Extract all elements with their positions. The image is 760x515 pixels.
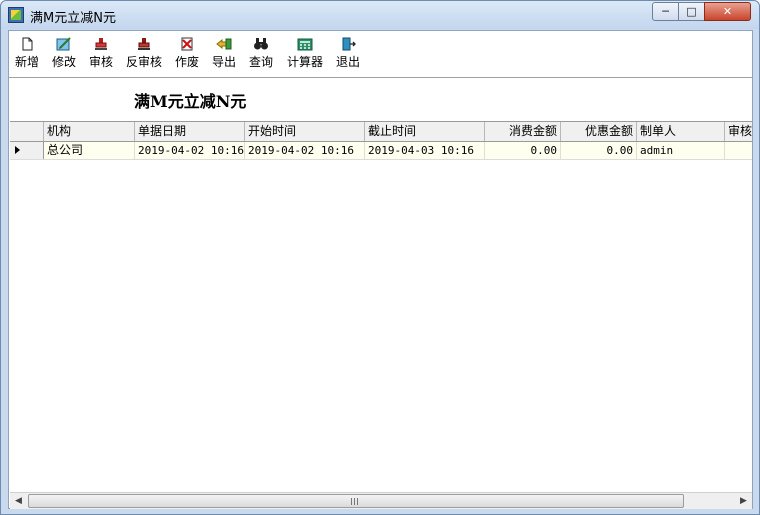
query-button[interactable]: 查询 — [247, 37, 275, 75]
edit-label: 修改 — [51, 55, 76, 69]
column-header-end-time[interactable]: 截止时间 — [365, 122, 485, 141]
table-row[interactable]: 总公司 2019-04-02 10:16 2019-04-02 10:16 20… — [10, 142, 752, 160]
column-header-start-time[interactable]: 开始时间 — [245, 122, 365, 141]
window-title: 满M元立减N元 — [30, 11, 116, 26]
calculator-icon — [297, 38, 313, 51]
calculator-label: 计算器 — [286, 55, 323, 69]
binoculars-icon — [254, 38, 268, 50]
cell-spend-amount[interactable]: 0.00 — [485, 142, 561, 159]
application-window: 满M元立减N元 ─ □ ✕ 新增 修改 审核 反审核 作废 导出 查询 计算器 … — [0, 0, 760, 515]
cell-discount-amount[interactable]: 0.00 — [561, 142, 637, 159]
export-button[interactable]: 导出 — [210, 37, 238, 75]
scrollbar-grip-icon — [351, 498, 358, 505]
approve-button[interactable]: 审核 — [87, 37, 115, 75]
app-icon — [8, 7, 24, 23]
column-header-creator[interactable]: 制单人 — [637, 122, 725, 141]
edit-button[interactable]: 修改 — [50, 37, 78, 75]
unapprove-button[interactable]: 反审核 — [124, 37, 164, 75]
edit-icon — [56, 37, 71, 51]
client-area: 新增 修改 审核 反审核 作废 导出 查询 计算器 退出 满M元立减N元 机构 … — [8, 30, 753, 509]
cell-bill-date[interactable]: 2019-04-02 10:16 — [135, 142, 245, 159]
new-document-icon — [22, 37, 33, 51]
close-button[interactable]: ✕ — [704, 2, 751, 21]
approve-label: 审核 — [88, 55, 113, 69]
unapprove-label: 反审核 — [125, 55, 162, 69]
heading-area: 满M元立减N元 — [9, 79, 752, 121]
export-icon — [216, 38, 232, 50]
title-bar[interactable]: 满M元立减N元 ─ □ ✕ — [1, 1, 759, 29]
query-label: 查询 — [248, 55, 273, 69]
data-grid[interactable]: 机构 单据日期 开始时间 截止时间 消费金额 优惠金额 制单人 审核 总公司 2… — [10, 121, 752, 492]
new-label: 新增 — [14, 55, 39, 69]
void-label: 作废 — [174, 55, 199, 69]
grid-header: 机构 单据日期 开始时间 截止时间 消费金额 优惠金额 制单人 审核 — [10, 122, 752, 142]
column-header-discount-amount[interactable]: 优惠金额 — [561, 122, 637, 141]
column-header-org[interactable]: 机构 — [44, 122, 135, 141]
approve-stamp-icon — [95, 38, 107, 50]
column-header-spend-amount[interactable]: 消费金额 — [485, 122, 561, 141]
cell-creator[interactable]: admin — [637, 142, 725, 159]
horizontal-scrollbar[interactable]: ◀ ▶ — [10, 492, 752, 509]
cell-start-time[interactable]: 2019-04-02 10:16 — [245, 142, 365, 159]
calculator-button[interactable]: 计算器 — [285, 37, 325, 75]
minimize-button[interactable]: ─ — [652, 2, 679, 21]
scroll-left-button[interactable]: ◀ — [10, 493, 27, 509]
void-icon — [181, 37, 193, 51]
unapprove-stamp-icon — [138, 38, 150, 50]
exit-label: 退出 — [335, 55, 360, 69]
cell-reviewer[interactable] — [725, 142, 752, 159]
export-label: 导出 — [211, 55, 236, 69]
column-header-bill-date[interactable]: 单据日期 — [135, 122, 245, 141]
toolbar: 新增 修改 审核 反审核 作废 导出 查询 计算器 退出 — [9, 31, 752, 78]
header-indicator-cell — [10, 122, 44, 141]
scroll-right-button[interactable]: ▶ — [735, 493, 752, 509]
column-header-reviewer[interactable]: 审核 — [725, 122, 752, 141]
page-title: 满M元立减N元 — [134, 92, 247, 111]
scrollbar-thumb[interactable] — [28, 494, 684, 508]
maximize-button[interactable]: □ — [678, 2, 705, 21]
cell-end-time[interactable]: 2019-04-03 10:16 — [365, 142, 485, 159]
void-button[interactable]: 作废 — [173, 37, 201, 75]
new-button[interactable]: 新增 — [13, 37, 41, 75]
row-indicator — [10, 142, 44, 159]
current-row-arrow-icon — [15, 146, 20, 154]
exit-icon — [342, 37, 356, 51]
cell-org[interactable]: 总公司 — [44, 142, 135, 159]
exit-button[interactable]: 退出 — [334, 37, 362, 75]
